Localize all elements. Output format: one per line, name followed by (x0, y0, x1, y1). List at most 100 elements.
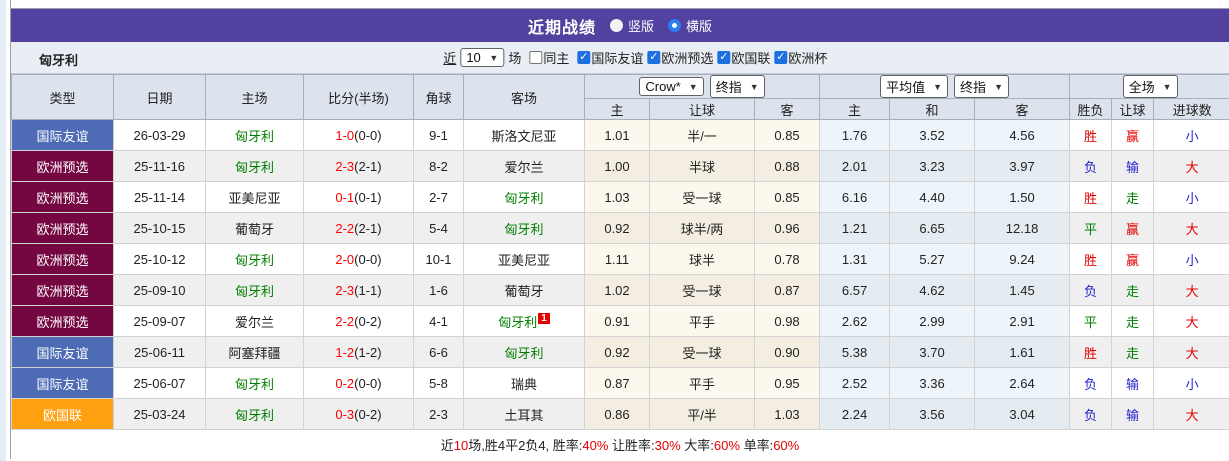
avg-home-odds: 1.76 (819, 119, 891, 151)
filter-controls: 近 10 ▼ 场 同主 ✓ 国际友谊 ✓ 欧洲预选 ✓ 欧国联 ✓ 欧洲杯 (443, 42, 827, 73)
col-header-type: 类型 (11, 74, 114, 120)
checkbox-unchecked-icon[interactable] (529, 51, 543, 64)
near-link[interactable]: 近 (443, 48, 456, 67)
home-team: 匈牙利 (205, 243, 304, 275)
away-team-name: 匈牙利 (504, 221, 544, 237)
same-home-checkbox[interactable]: 同主 (529, 48, 569, 67)
handicap-result-label: 输 (1111, 150, 1155, 182)
result-label: 平 (1069, 212, 1113, 244)
goals-result-label: 大 (1153, 212, 1229, 244)
result-label: 负 (1069, 398, 1113, 430)
chevron-down-icon: ▼ (933, 81, 943, 92)
handicap-away-odds: 0.96 (753, 212, 821, 244)
fulltime-score: 2-0 (335, 251, 355, 267)
average-time-select[interactable]: 终指 ▼ (954, 75, 1009, 98)
fulltime-score: 2-2 (335, 313, 355, 329)
col-header-result: 胜负 (1069, 98, 1113, 120)
goals-result-label: 大 (1153, 305, 1229, 337)
bookmaker-select[interactable]: Crow* ▼ (639, 77, 704, 96)
match-row: 欧洲预选 25-11-14 亚美尼亚 0-1(0-1) 2-7 匈牙利 1.03 受一球 0.8… (11, 181, 1229, 213)
match-count-select[interactable]: 10 ▼ (460, 48, 505, 67)
handicap-home-odds: 1.02 (584, 274, 650, 306)
handicap-away-odds: 0.95 (753, 367, 821, 399)
fulltime-score: 0-3 (335, 406, 355, 422)
checkbox-checked-icon[interactable]: ✓ (577, 51, 591, 64)
handicap-result-label: 赢 (1111, 212, 1155, 244)
layout-radio-horizontal[interactable]: 横版 (668, 16, 712, 35)
avg-away-odds: 12.18 (974, 212, 1071, 244)
checkbox-checked-icon[interactable]: ✓ (774, 51, 788, 64)
bookmaker-time-select[interactable]: 终指 ▼ (709, 75, 765, 98)
summary-segment: 让胜率: (608, 438, 655, 453)
league-checkbox[interactable]: ✓ 国际友谊 (577, 48, 643, 67)
away-team: 匈牙利 (463, 212, 585, 244)
handicap-away-odds: 1.03 (753, 398, 821, 430)
handicap-line: 平/半 (649, 398, 755, 430)
home-team-name: 匈牙利 (234, 252, 274, 268)
handicap-result-label: 赢 (1111, 243, 1155, 275)
avg-draw-odds: 3.56 (889, 398, 976, 430)
league-filter-group: ✓ 国际友谊 ✓ 欧洲预选 ✓ 欧国联 ✓ 欧洲杯 (573, 48, 827, 67)
average-select[interactable]: 平均值 ▼ (880, 75, 949, 98)
col-header-date: 日期 (113, 74, 206, 120)
fulltime-score: 2-2 (335, 220, 355, 236)
handicap-result-label: 走 (1111, 181, 1155, 213)
league-checkbox[interactable]: ✓ 欧国联 (717, 48, 770, 67)
league-label: 欧洲预选 (661, 51, 714, 66)
away-team: 亚美尼亚 (463, 243, 585, 275)
avg-draw-odds: 6.65 (889, 212, 976, 244)
away-team: 爱尔兰 (463, 150, 585, 182)
radio-checked-icon[interactable] (668, 19, 681, 32)
away-team-name: 斯洛文尼亚 (491, 128, 557, 144)
avg-away-odds: 9.24 (974, 243, 1071, 275)
match-date: 25-11-16 (113, 150, 206, 182)
home-team: 亚美尼亚 (205, 181, 304, 213)
checkbox-checked-icon[interactable]: ✓ (647, 51, 661, 64)
goals-result-label: 小 (1153, 119, 1229, 151)
home-team: 葡萄牙 (205, 212, 304, 244)
away-team-name: 匈牙利 (498, 314, 538, 330)
handicap-result-label: 输 (1111, 398, 1155, 430)
competition-badge: 欧洲预选 (11, 305, 114, 337)
radio-unchecked-icon[interactable] (609, 19, 623, 32)
match-row: 欧洲预选 25-09-10 匈牙利 2-3(1-1) 1-6 葡萄牙 1.02 受一球 0.87… (11, 274, 1229, 306)
match-date: 25-09-07 (113, 305, 206, 337)
league-checkbox[interactable]: ✓ 欧洲预选 (647, 48, 713, 67)
match-row: 国际友谊 25-06-11 阿塞拜疆 1-2(1-2) 6-6 匈牙利 0.92 受一球 0.9… (11, 336, 1229, 368)
col-header-home: 主场 (205, 74, 304, 120)
corner-count: 5-8 (413, 367, 464, 399)
avg-draw-odds: 3.70 (889, 336, 976, 368)
halftime-score: (0-0) (354, 127, 382, 143)
halftime-score: (1-1) (354, 282, 382, 298)
away-team: 土耳其 (463, 398, 585, 430)
scope-select[interactable]: 全场 ▼ (1122, 75, 1178, 98)
col-header-avg-draw: 和 (889, 98, 976, 120)
checkbox-checked-icon[interactable]: ✓ (717, 51, 731, 64)
away-team: 匈牙利 (463, 336, 585, 368)
chevron-down-icon: ▼ (1162, 81, 1172, 92)
goals-result-label: 大 (1153, 150, 1229, 182)
halftime-score: (0-1) (354, 189, 382, 205)
average-select-group: 平均值 ▼ 终指 ▼ (819, 74, 1071, 99)
away-team-name: 葡萄牙 (504, 283, 544, 299)
handicap-home-odds: 0.92 (584, 336, 650, 368)
handicap-away-odds: 0.87 (753, 274, 821, 306)
corner-count: 9-1 (413, 119, 464, 151)
page-left-gutter (0, 0, 6, 461)
home-team: 匈牙利 (205, 398, 304, 430)
league-label: 欧国联 (731, 51, 771, 66)
corner-count: 1-6 (413, 274, 464, 306)
handicap-home-odds: 1.01 (584, 119, 650, 151)
home-team-name: 葡萄牙 (234, 221, 274, 237)
summary-segment: 大率: (680, 438, 714, 453)
layout-radio-vertical[interactable]: 竖版 (609, 16, 654, 35)
league-checkbox[interactable]: ✓ 欧洲杯 (774, 48, 827, 67)
match-date: 25-06-11 (113, 336, 206, 368)
summary-highlight: 60% (713, 438, 740, 453)
corner-count: 8-2 (413, 150, 464, 182)
handicap-home-odds: 0.86 (584, 398, 650, 430)
avg-away-odds: 1.50 (974, 181, 1071, 213)
avg-draw-odds: 3.52 (889, 119, 976, 151)
summary-segment: 近 (440, 438, 454, 453)
scope-select-group: 全场 ▼ (1069, 74, 1229, 99)
